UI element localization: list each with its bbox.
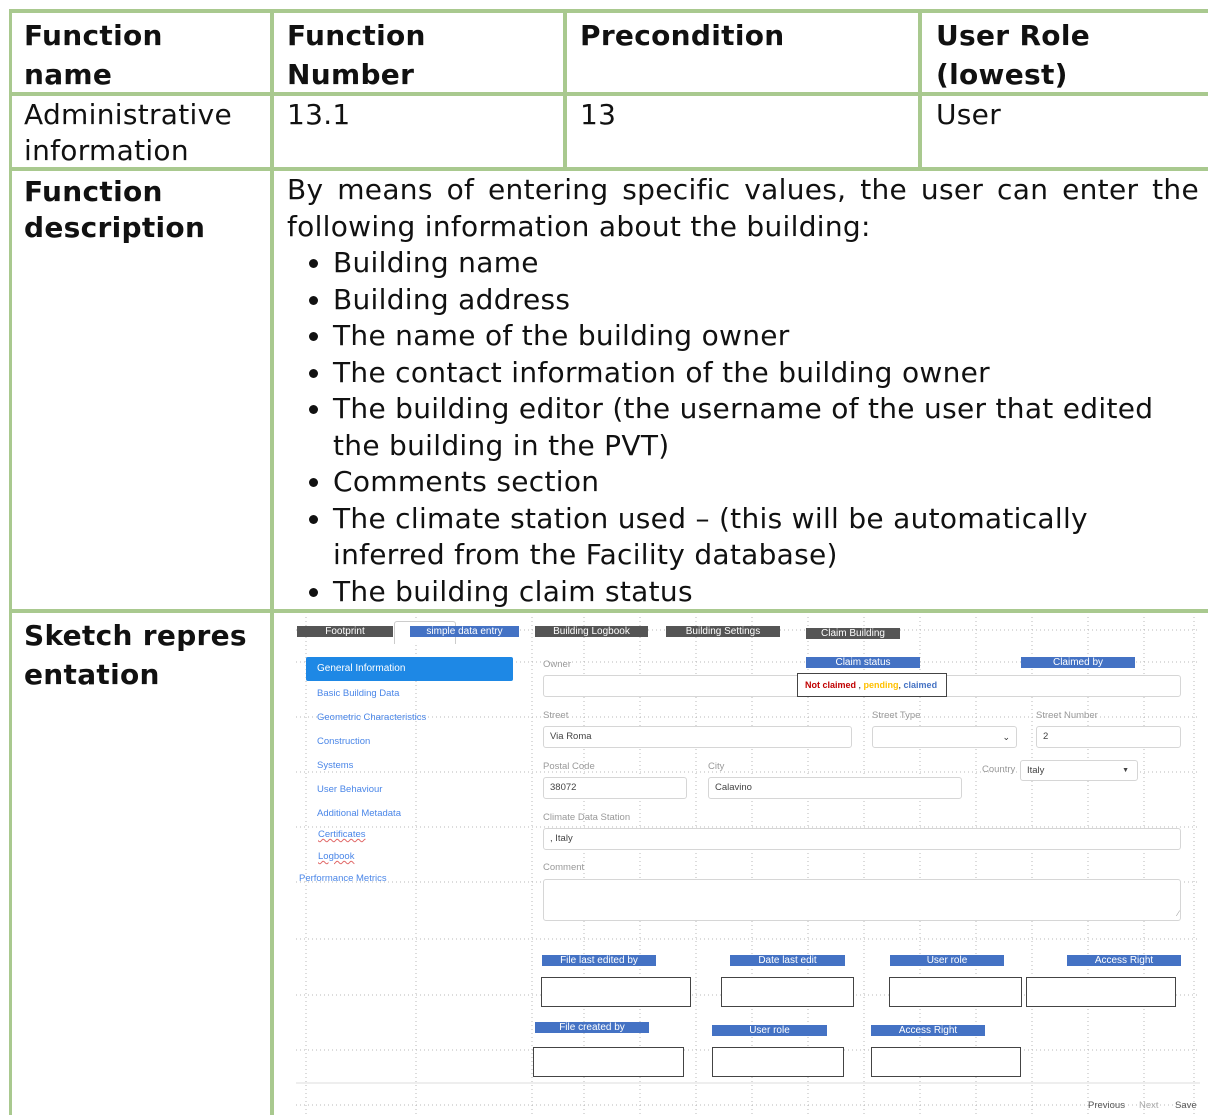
postal-code-label: Postal Code (543, 761, 595, 772)
claim-pending: pending (863, 680, 899, 690)
sidebar-item-basic-building-data[interactable]: Basic Building Data (317, 688, 399, 699)
sidebar-item-user-behaviour[interactable]: User Behaviour (317, 784, 382, 795)
label-user-role: User role (890, 955, 1004, 966)
country-value: Italy (1027, 765, 1045, 776)
list-item: The building claim status (333, 574, 1199, 611)
list-item: The building editor (the username of the… (333, 391, 1199, 464)
label-file-created-by: File created by (535, 1022, 649, 1033)
label-claim-status: Claim status (806, 657, 920, 668)
sidebar-item-logbook[interactable]: Logbook (318, 851, 354, 862)
owner-label: Owner (543, 659, 571, 670)
tab-claim-building[interactable]: Claim Building (806, 628, 900, 639)
cell-user-role: User (936, 98, 1002, 131)
date-last-edit-field[interactable] (721, 977, 854, 1007)
description-list: Building name Building address The name … (287, 245, 1199, 610)
street-type-select[interactable]: ⌄ (872, 726, 1017, 748)
comment-label: Comment (543, 862, 585, 873)
list-item: The contact information of the building … (333, 355, 1199, 392)
table-border-top (9, 9, 1208, 13)
table-col-divider-1 (270, 9, 274, 1115)
header-function-number: Function Number (287, 19, 426, 91)
street-input[interactable]: Via Roma (543, 726, 852, 748)
sidebar-item-performance-metrics[interactable]: Performance Metrics (299, 873, 387, 884)
cell-function-name: Administrative information (24, 98, 233, 167)
cell-function-number: 13.1 (287, 98, 351, 131)
sidebar-item-additional-metadata[interactable]: Additional Metadata (317, 808, 401, 819)
label-file-last-edited-by: File last edited by (542, 955, 656, 966)
street-number-input[interactable]: 2 (1036, 726, 1181, 748)
function-description: By means of entering specific values, th… (287, 172, 1199, 610)
claim-separator: , (856, 680, 864, 690)
street-label: Street (543, 710, 569, 721)
list-item: Building address (333, 282, 1199, 319)
claim-claimed: claimed (903, 680, 938, 690)
user-role-field[interactable] (889, 977, 1022, 1007)
dropdown-arrow-icon: ▼ (1122, 767, 1129, 774)
sidebar-item-general-information[interactable]: General Information (306, 657, 513, 681)
climate-data-station-input[interactable]: , Italy (543, 828, 1181, 850)
city-label: City (708, 761, 725, 772)
tab-footprint[interactable]: Footprint (297, 626, 393, 637)
label-user-role-2: User role (712, 1025, 827, 1036)
label-sketch-representation: Sketch representation (24, 619, 247, 691)
country-label: Country (982, 764, 1016, 775)
tab-simple-data-entry[interactable]: simple data entry (410, 626, 519, 637)
table-border-left (9, 9, 12, 1115)
table-col-divider-2 (563, 9, 567, 171)
tab-building-settings[interactable]: Building Settings (666, 626, 780, 637)
sketch-representation: Footprint simple data entry Building Log… (296, 617, 1200, 1115)
label-date-last-edit: Date last edit (730, 955, 845, 966)
save-button[interactable]: Save (1175, 1100, 1197, 1111)
postal-code-input[interactable]: 38072 (543, 777, 687, 799)
list-item: The name of the building owner (333, 318, 1199, 355)
claim-status-options[interactable]: Not claimed , pending, claimed (797, 673, 947, 697)
access-right-field[interactable] (1026, 977, 1176, 1007)
label-claimed-by: Claimed by (1021, 657, 1135, 668)
description-intro: By means of entering specific values, th… (287, 173, 1199, 243)
user-role-2-field[interactable] (712, 1047, 844, 1077)
table-col-divider-3 (918, 9, 922, 171)
claim-not-claimed: Not claimed (805, 680, 857, 690)
access-right-2-field[interactable] (871, 1047, 1021, 1077)
cell-precondition: 13 (580, 98, 617, 131)
file-created-by-field[interactable] (533, 1047, 684, 1077)
sidebar-item-systems[interactable]: Systems (317, 760, 353, 771)
file-last-edited-by-field[interactable] (541, 977, 691, 1007)
resize-handle-icon: ∕ (1177, 909, 1179, 918)
header-user-role: User Role (lowest) (936, 19, 1091, 91)
chevron-down-icon: ⌄ (1002, 732, 1010, 742)
next-button[interactable]: Next (1139, 1100, 1159, 1111)
city-input[interactable]: Calavino (708, 777, 962, 799)
list-item: The climate station used – (this will be… (333, 501, 1199, 574)
climate-data-station-label: Climate Data Station (543, 812, 631, 823)
previous-button[interactable]: Previous (1088, 1100, 1125, 1111)
sidebar-item-construction[interactable]: Construction (317, 736, 370, 747)
country-select[interactable]: Italy ▼ (1020, 760, 1138, 781)
list-item: Comments section (333, 464, 1199, 501)
sidebar-item-certificates[interactable]: Certificates (318, 829, 366, 840)
label-access-right: Access Right (1067, 955, 1181, 966)
header-precondition: Precondition (580, 19, 785, 52)
sidebar-item-geometric-characteristics[interactable]: Geometric Characteristics (317, 712, 426, 723)
street-type-label: Street Type (872, 710, 921, 721)
street-number-label: Street Number (1036, 710, 1098, 721)
header-function-name: Function name (24, 19, 163, 91)
label-access-right-2: Access Right (871, 1025, 985, 1036)
tab-building-logbook[interactable]: Building Logbook (535, 626, 648, 637)
comment-textarea[interactable]: ∕ (543, 879, 1181, 921)
list-item: Building name (333, 245, 1199, 282)
label-function-description: Function description (24, 175, 206, 244)
